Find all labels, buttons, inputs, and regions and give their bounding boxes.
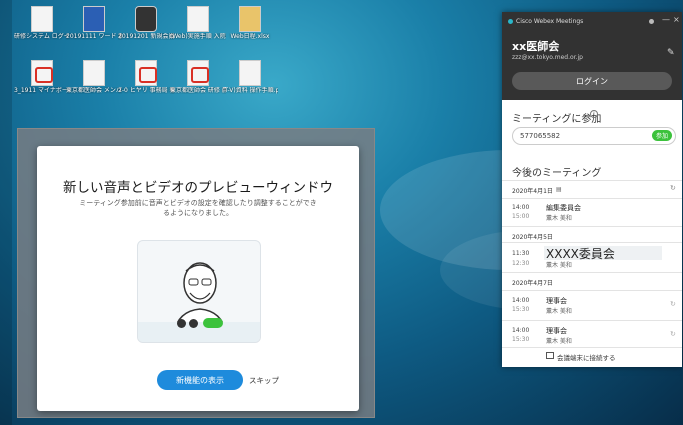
divider xyxy=(502,180,682,181)
meeting-host: 薫木 美和 xyxy=(546,308,572,315)
join-pill-icon xyxy=(203,318,223,328)
connect-device-link[interactable]: 会議端末に接続する xyxy=(557,352,616,362)
divider xyxy=(502,320,682,321)
meeting-start: 11:30 xyxy=(512,250,530,257)
webex-panel: Cisco Webex Meetings — × xx医師会 zzz@xx.to… xyxy=(502,12,682,367)
divider xyxy=(502,198,682,199)
meeting-start: 14:00 xyxy=(512,297,530,304)
recurring-icon: ↻ xyxy=(670,300,676,308)
meeting-start: 14:00 xyxy=(512,327,530,334)
join-button[interactable]: 参加 xyxy=(652,130,672,141)
skip-link[interactable]: スキップ xyxy=(249,375,279,386)
status-dot-icon[interactable] xyxy=(649,19,654,24)
meeting-name: 編集委員会 xyxy=(546,204,581,212)
meeting-date: 2020年4月7日 xyxy=(512,280,553,287)
text-file-icon xyxy=(187,6,209,32)
meeting-name: 理事会 xyxy=(546,327,567,335)
meeting-host: 薫木 美和 xyxy=(546,262,572,269)
meeting-end: 12:30 xyxy=(512,260,530,267)
meeting-name: 理事会 xyxy=(546,297,567,305)
divider xyxy=(502,242,682,243)
desktop-icon[interactable]: 3_1911 マイナポータル を活用した xyxy=(14,60,70,94)
edit-pencil-icon[interactable]: ✎ xyxy=(667,48,675,58)
desktop-icon[interactable]: 研修システム ログイン情報.txt xyxy=(14,6,70,40)
meeting-host: 薫木 美和 xyxy=(546,215,572,222)
gear-app-icon xyxy=(135,6,157,32)
desktop-icon[interactable]: 20191201 新規会員 登録データ xyxy=(118,6,174,40)
divider xyxy=(502,290,682,291)
taskbar[interactable] xyxy=(0,0,12,425)
meeting-start: 14:00 xyxy=(512,204,530,211)
device-connect-icon xyxy=(546,352,554,359)
meeting-date: 2020年4月1日 xyxy=(512,188,553,195)
video-icon xyxy=(189,319,198,328)
word-doc-icon xyxy=(83,6,105,32)
recurring-icon: ↻ xyxy=(670,330,676,338)
pdf-icon xyxy=(187,60,209,86)
user-name: xx医師会 xyxy=(512,40,560,53)
dialog-title: 新しい音声とビデオのプレビューウィンドウ xyxy=(63,180,333,196)
close-icon[interactable]: × xyxy=(673,15,680,24)
preview-control-bar xyxy=(138,322,260,342)
desktop-icon[interactable]: 2-0 ヒヤリ 事務局 報告 xyxy=(118,60,174,94)
meeting-host: 薫木 美和 xyxy=(546,338,572,345)
app-title: Cisco Webex Meetings xyxy=(516,18,584,25)
pdf-icon xyxy=(31,60,53,86)
info-icon[interactable]: i xyxy=(590,110,598,118)
desktop-icon[interactable]: 東京都医師会 研修 用(入)ガイド xyxy=(170,60,226,94)
show-new-features-button[interactable]: 新機能の表示 xyxy=(157,370,243,390)
meeting-end: 15:30 xyxy=(512,306,530,313)
pdf-icon xyxy=(135,60,157,86)
desktop-icon[interactable]: (Web)実施手順 入院中実施 xyxy=(170,6,226,40)
desktop-icon[interactable]: Web日程.xlsx xyxy=(222,6,278,40)
divider xyxy=(502,347,682,348)
join-heading: ミーティングに参加 xyxy=(512,114,602,125)
desktop-icon[interactable]: (T-V)資料 操作手順.pptx xyxy=(222,60,278,94)
pptx-icon xyxy=(239,60,261,86)
desktop-icon[interactable]: 東京都医師会 メンバーズ xyxy=(66,60,122,94)
divider xyxy=(502,272,682,273)
webex-logo-icon xyxy=(508,19,513,24)
folder-icon xyxy=(239,6,261,32)
minimize-icon[interactable]: — xyxy=(662,15,670,24)
upcoming-heading: 今後のミーティング xyxy=(512,168,602,179)
desktop-icon[interactable]: 20191111 ワード 参加簿(記入).docx xyxy=(66,6,122,40)
dialog-description: ミーティング参加前に音声とビデオの設定を確認したり調整することができるようになり… xyxy=(79,199,317,217)
webex-header: Cisco Webex Meetings — × xx医師会 zzz@xx.to… xyxy=(502,12,682,100)
desktop: 研修システム ログイン情報.txt 20191111 ワード 参加簿(記入).d… xyxy=(0,0,683,425)
preview-window-dialog: 新しい音声とビデオのプレビューウィンドウ ミーティング参加前に音声とビデオの設定… xyxy=(37,146,359,411)
meeting-end: 15:00 xyxy=(512,213,530,220)
login-button[interactable]: ログイン xyxy=(512,72,672,90)
meeting-date: 2020年4月5日 xyxy=(512,234,553,241)
preview-illustration xyxy=(137,240,261,343)
calendar-icon[interactable]: ▤ xyxy=(556,186,562,193)
refresh-icon[interactable]: ↻ xyxy=(670,184,676,192)
file-icon xyxy=(83,60,105,86)
user-email: zzz@xx.tokyo.med.or.jp xyxy=(512,54,583,61)
mute-icon xyxy=(177,319,186,328)
text-file-icon xyxy=(31,6,53,32)
meeting-number-value: 577065582 xyxy=(520,132,561,140)
divider xyxy=(502,226,682,227)
meeting-end: 15:30 xyxy=(512,336,530,343)
